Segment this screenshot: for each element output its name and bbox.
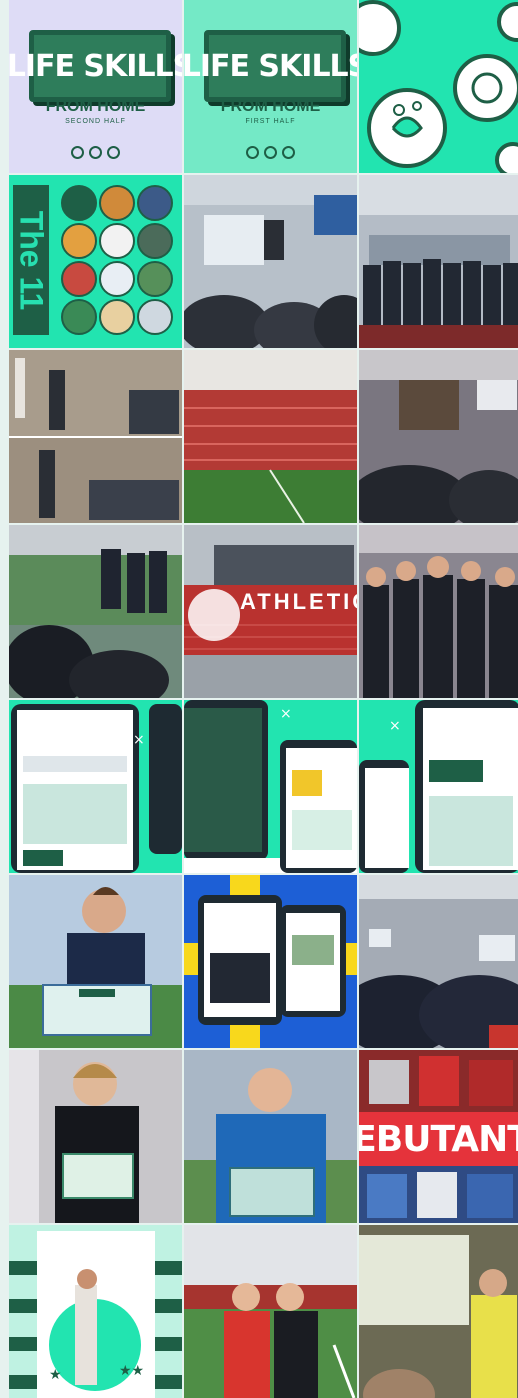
life-skills-dots bbox=[184, 146, 357, 159]
dot-icon bbox=[246, 146, 259, 159]
dot-icon bbox=[282, 146, 295, 159]
life-skills-title: LIFE SKILLS bbox=[9, 48, 182, 84]
certificate-player-photo-2 bbox=[9, 1050, 182, 1223]
lecture-screen-photo bbox=[359, 1225, 518, 1398]
feed-tile-certificate-player-2[interactable] bbox=[9, 1050, 182, 1223]
life-skills-title: LIFE SKILLS bbox=[184, 48, 357, 84]
pitchside-photo bbox=[9, 525, 182, 698]
life-skills-subtitle: FROM HOME bbox=[45, 98, 146, 115]
feed-tile-conference-hall[interactable] bbox=[359, 875, 518, 1048]
feed-tile-website-tablet-3[interactable]: × bbox=[359, 700, 518, 873]
feed-tile-lecture-screen[interactable] bbox=[359, 1225, 518, 1398]
life-skills-logo: LIFE SKILLS bbox=[9, 30, 182, 102]
svg-text:×: × bbox=[280, 706, 292, 722]
life-skills-dots bbox=[9, 146, 182, 159]
dot-icon bbox=[89, 146, 102, 159]
stadium-photo bbox=[184, 350, 357, 523]
player-report-artwork: ★ ★★ bbox=[9, 1225, 182, 1398]
feed-tile-handshake-certificate[interactable] bbox=[184, 1225, 357, 1398]
svg-text:★: ★ bbox=[49, 1367, 62, 1383]
life-skills-caption: SECOND HALF bbox=[65, 118, 126, 125]
feed-tile-life-skills-first-half[interactable]: LIFE SKILLS FROM HOME FIRST HALF bbox=[184, 0, 357, 173]
feed-tile-athletic-stadium[interactable]: ATHLETIC bbox=[184, 525, 357, 698]
feed-tile-stadium[interactable] bbox=[184, 350, 357, 523]
meeting-room-photo bbox=[359, 350, 518, 523]
conference-hall-photo bbox=[359, 875, 518, 1048]
feed-tile-hygiene-icons[interactable] bbox=[359, 0, 518, 173]
dot-icon bbox=[107, 146, 120, 159]
website-tablet-artwork-3: × bbox=[359, 700, 518, 873]
life-skills-caption: FIRST HALF bbox=[245, 118, 296, 125]
feed-tile-website-tablet-1[interactable]: × bbox=[9, 700, 182, 873]
feed-tile-players-lineup[interactable] bbox=[359, 525, 518, 698]
svg-text:×: × bbox=[389, 718, 401, 734]
the-11-player-grid bbox=[61, 185, 173, 335]
debutants-banner: DEBUTANTS bbox=[359, 1112, 518, 1166]
classroom-photo bbox=[184, 175, 357, 348]
feed-tile-life-skills-second-half[interactable]: LIFE SKILLS FROM HOME SECOND HALF bbox=[9, 0, 182, 173]
life-skills-subtitle: FROM HOME bbox=[220, 98, 321, 115]
feed-tile-website-tablet-2[interactable]: × bbox=[184, 700, 357, 873]
presenter-collage-photo bbox=[9, 350, 182, 523]
group-photo bbox=[359, 175, 518, 348]
debutants-title: DEBUTANTS bbox=[359, 1118, 518, 1160]
website-tablet-artwork-2: × bbox=[184, 700, 357, 873]
dot-icon bbox=[71, 146, 84, 159]
feed-tile-classroom-presentation[interactable] bbox=[184, 175, 357, 348]
feed-tile-meeting-room[interactable] bbox=[359, 350, 518, 523]
athletic-banner-text: ATHLETIC bbox=[240, 589, 357, 614]
players-lineup-photo bbox=[359, 525, 518, 698]
certificate-player-photo-3 bbox=[184, 1050, 357, 1223]
svg-text:★★: ★★ bbox=[119, 1363, 144, 1379]
life-skills-logo: LIFE SKILLS bbox=[184, 30, 357, 102]
certificate-player-photo-1 bbox=[9, 875, 182, 1048]
feed-tile-certificate-player-1[interactable] bbox=[9, 875, 182, 1048]
hygiene-icons-artwork bbox=[359, 0, 518, 173]
feed-tile-presenter-collage[interactable] bbox=[9, 350, 182, 523]
feed-tile-certificate-player-3[interactable] bbox=[184, 1050, 357, 1223]
svg-text:×: × bbox=[133, 732, 145, 748]
sweden-report-artwork bbox=[184, 875, 357, 1048]
feed-tile-pitchside-talk[interactable] bbox=[9, 525, 182, 698]
handshake-photo bbox=[184, 1225, 357, 1398]
feed-tile-player-report-cover[interactable]: ★ ★★ bbox=[9, 1225, 182, 1398]
feed-tile-debutants[interactable]: DEBUTANTS bbox=[359, 1050, 518, 1223]
feed-tile-group-photo[interactable] bbox=[359, 175, 518, 348]
feed-tile-the-11[interactable]: The 11 bbox=[9, 175, 182, 348]
dot-icon bbox=[264, 146, 277, 159]
instagram-feed-grid: LIFE SKILLS FROM HOME SECOND HALF LIFE S… bbox=[0, 0, 518, 1398]
website-tablet-artwork-1: × bbox=[9, 700, 182, 873]
feed-tile-sweden-report-tablets[interactable] bbox=[184, 875, 357, 1048]
